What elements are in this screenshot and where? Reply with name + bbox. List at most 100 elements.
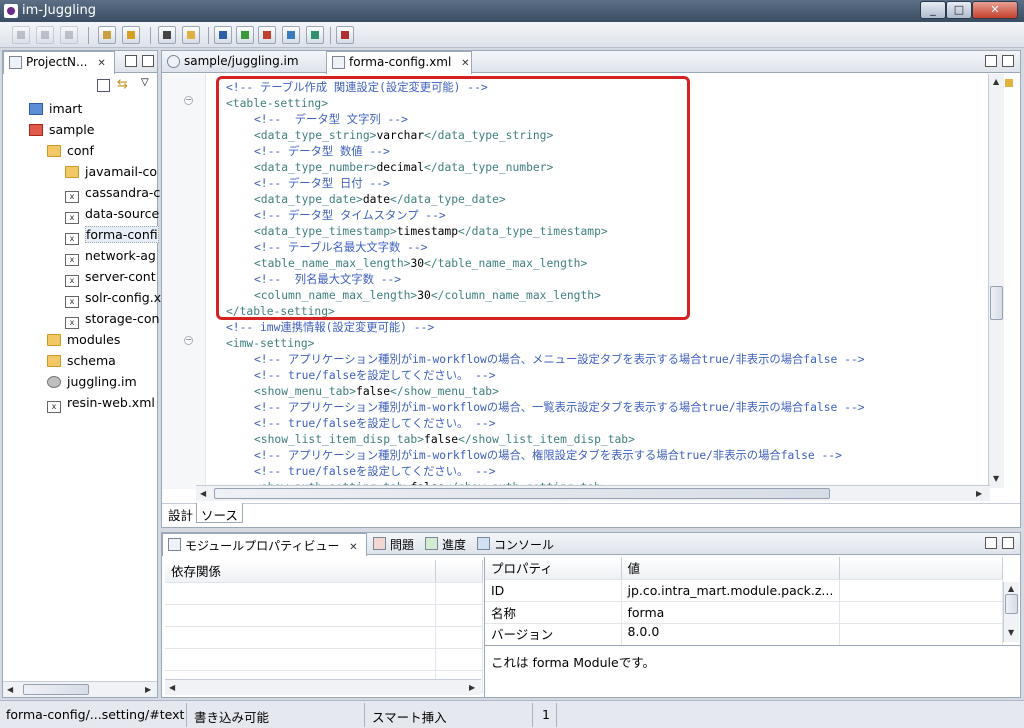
user-icon[interactable]	[258, 26, 276, 44]
editor-horizontal-scrollbar[interactable]: ◀ ▶	[196, 485, 990, 501]
xml-icon: x	[47, 401, 61, 413]
view-menu-icon[interactable]: ▽	[141, 77, 149, 88]
module-properties-icon	[168, 538, 181, 551]
tree-item[interactable]: x data-source	[65, 203, 161, 224]
xml-tag: <imw-setting>	[226, 337, 315, 350]
table-row[interactable]: 名称 forma	[485, 601, 1003, 624]
editor-vertical-scrollbar[interactable]: ▲ ▼	[988, 74, 1004, 488]
tree-item[interactable]: imart	[29, 98, 161, 119]
window-title: im-Juggling	[22, 3, 96, 18]
main-toolbar	[0, 22, 1024, 48]
maximize-icon[interactable]	[1002, 55, 1014, 67]
project-error-icon	[29, 124, 43, 136]
value-header: 値	[621, 557, 841, 580]
minimize-icon[interactable]	[125, 55, 137, 67]
tree-item[interactable]: x forma-confi	[65, 224, 161, 245]
xml-text: false	[424, 433, 459, 446]
open-folder-icon[interactable]	[182, 26, 200, 44]
folder-icon	[65, 166, 79, 178]
xml-icon: x	[65, 233, 79, 245]
module-icon[interactable]	[158, 26, 176, 44]
close-tab-icon[interactable]: ✕	[97, 58, 105, 69]
tree-item-label: conf	[67, 143, 94, 158]
tree-item[interactable]: x resin-web.xml	[47, 392, 161, 413]
tools-icon[interactable]	[336, 26, 354, 44]
dependency-header: 依存関係	[165, 560, 436, 583]
tree-item[interactable]: x network-ag	[65, 245, 161, 266]
tab-source[interactable]: ソース	[196, 503, 243, 523]
close-tab-icon[interactable]: ✕	[461, 58, 469, 69]
tab-project-navigator[interactable]: ProjectN... ✕	[3, 51, 115, 74]
tab-console[interactable]: コンソール	[472, 533, 558, 555]
xml-comment: <!-- true/falseを設定してください。 -->	[254, 369, 496, 382]
property-header: プロパティ	[485, 557, 622, 580]
xml-icon: x	[65, 212, 79, 224]
fold-toggle-icon[interactable]: −	[184, 96, 193, 105]
deploy-icon[interactable]	[122, 26, 140, 44]
xml-comment: <!-- アプリケーション種別がim-workflowの場合、メニュー設定タブを…	[254, 353, 865, 366]
save-icon[interactable]	[12, 26, 30, 44]
collapse-all-icon[interactable]	[97, 79, 110, 92]
code-line: <!-- アプリケーション種別がim-workflowの場合、メニュー設定タブを…	[254, 352, 865, 368]
add-server-icon[interactable]	[236, 26, 254, 44]
warning-marker-icon[interactable]	[1005, 79, 1013, 87]
tree-item[interactable]: juggling.im	[47, 371, 161, 392]
tree-item[interactable]: sample	[29, 119, 161, 140]
link-editor-icon[interactable]: ⇆	[117, 77, 128, 92]
build-icon[interactable]	[98, 26, 116, 44]
tree-item[interactable]: schema	[47, 350, 161, 371]
dependency-horizontal-scrollbar[interactable]: ◀ ▶	[165, 679, 481, 695]
navigator-icon	[9, 56, 22, 69]
app-icon	[4, 4, 18, 18]
property-table: プロパティ 値 ID jp.co.intra_mart.module.pack.z…	[485, 557, 1003, 646]
property-vertical-scrollbar[interactable]: ▲ ▼	[1003, 582, 1019, 642]
xml-comment: <!-- imw連携情報(設定変更可能) -->	[226, 321, 435, 334]
monitor-icon[interactable]	[214, 26, 232, 44]
module-properties-panel: モジュールプロパティビュー ✕ 問題 進度 コンソール 依存関係 ◀ ▶ プロパ…	[161, 532, 1021, 698]
close-button[interactable]: ✕	[972, 1, 1018, 19]
fold-toggle-icon[interactable]: −	[184, 336, 193, 345]
tab-progress[interactable]: 進度	[420, 533, 472, 555]
highlight-box	[216, 76, 690, 320]
maximize-icon[interactable]	[1002, 537, 1014, 549]
folder-icon	[47, 334, 61, 346]
xml-tag: </show_list_item_disp_tab>	[458, 433, 635, 446]
image-icon[interactable]	[282, 26, 300, 44]
xml-text: false	[410, 481, 444, 485]
tree-item[interactable]: x server-cont	[65, 266, 161, 287]
console-icon	[477, 537, 490, 550]
close-tab-icon[interactable]: ✕	[349, 542, 357, 553]
code-line: <!-- アプリケーション種別がim-workflowの場合、一覧表示設定タブを…	[254, 400, 865, 416]
gear-icon	[167, 55, 180, 68]
table-row[interactable]: ID jp.co.intra_mart.module.pack.z...	[485, 579, 1003, 602]
tree-item[interactable]: x storage-con	[65, 308, 161, 329]
tab-design[interactable]: 設計	[164, 503, 197, 523]
module-description: これは forma Moduleです。	[485, 645, 1021, 697]
xml-tag: <show_menu_tab>	[254, 385, 357, 398]
table-row[interactable]: バージョン 8.0.0	[485, 623, 1003, 646]
restore-button[interactable]: □	[946, 1, 972, 19]
tree-item[interactable]: conf	[47, 140, 161, 161]
tree-item[interactable]: modules	[47, 329, 161, 350]
tree-item[interactable]: x cassandra-c	[65, 182, 161, 203]
tree-horizontal-scrollbar[interactable]: ◀ ▶	[3, 681, 157, 697]
tab-problems[interactable]: 問題	[368, 533, 420, 555]
tree-item-label: data-source	[85, 206, 160, 221]
minimize-icon[interactable]	[985, 55, 997, 67]
code-line: <imw-setting>	[226, 336, 314, 352]
settings-icon[interactable]	[306, 26, 324, 44]
save-as-icon[interactable]	[36, 26, 54, 44]
tab-forma-config[interactable]: forma-config.xml ✕	[326, 51, 472, 74]
problems-icon	[373, 537, 386, 550]
minimize-button[interactable]: _	[920, 1, 946, 19]
tab-juggling-im[interactable]: sample/juggling.im	[162, 51, 324, 73]
tab-module-properties[interactable]: モジュールプロパティビュー ✕	[162, 533, 367, 556]
minimize-icon[interactable]	[985, 537, 997, 549]
tree-item[interactable]: javamail-co	[65, 161, 161, 182]
status-path: forma-config/...setting/#text	[6, 707, 185, 722]
tree-item[interactable]: x solr-config.x	[65, 287, 161, 308]
xml-icon: x	[65, 296, 79, 308]
maximize-icon[interactable]	[142, 55, 154, 67]
save-all-icon[interactable]	[60, 26, 78, 44]
tree-item-label: javamail-co	[85, 164, 158, 179]
